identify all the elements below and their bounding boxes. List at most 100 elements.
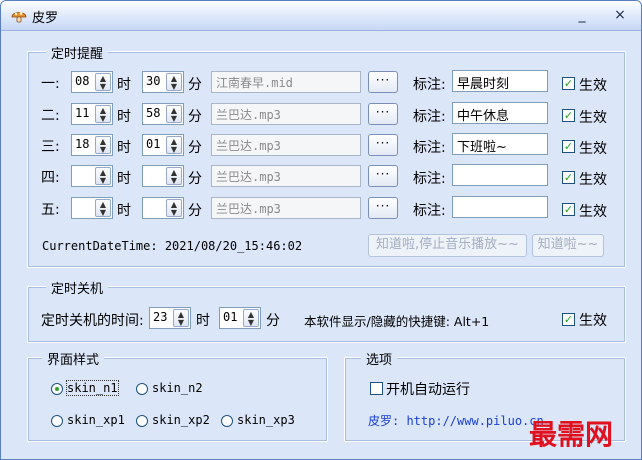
spin-arrows-icon[interactable]: ▲ ▼ <box>95 167 111 185</box>
main-window: 皮罗 _ × 定时提醒 一: 08 ▲ ▼ 时 30 ▲ ▼ 分 江南春早.mid … <box>0 0 642 460</box>
stop-music-button[interactable]: 知道啦,停止音乐播放~~ <box>368 234 527 257</box>
shutdown-hour-value: 23 <box>153 310 168 324</box>
spin-arrows-icon[interactable]: ▲ ▼ <box>166 167 182 185</box>
minute-unit: 分 <box>188 109 202 125</box>
spin-arrows-icon[interactable]: ▲ ▼ <box>166 73 182 91</box>
shutdown-hour-unit: 时 <box>196 313 210 329</box>
spin-arrows-icon[interactable]: ▲ ▼ <box>166 105 182 123</box>
reminder-minute-spinner[interactable]: 01 ▲ ▼ <box>142 134 184 156</box>
note-input[interactable]: 中午休息 <box>452 102 548 124</box>
music-file-field[interactable]: 兰巴达.mp3 <box>211 103 361 125</box>
skin-radio[interactable] <box>51 415 63 427</box>
note-input[interactable]: 下班啦~ <box>452 133 548 155</box>
hour-unit: 时 <box>117 140 131 156</box>
reminder-row-label: 五: <box>41 202 60 218</box>
skin-radio-label: skin_n2 <box>152 381 203 395</box>
hour-unit: 时 <box>117 203 131 219</box>
skin-radio-label: skin_n1 <box>66 380 119 396</box>
music-file-field[interactable]: 兰巴达.mp3 <box>211 134 361 156</box>
reminder-enable-checkbox[interactable]: ✓ <box>562 140 575 153</box>
spin-arrows-icon[interactable]: ▲ ▼ <box>95 136 111 154</box>
note-input[interactable] <box>452 164 548 186</box>
reminder-row-label: 四: <box>41 170 60 186</box>
window-title: 皮罗 <box>32 11 59 26</box>
note-label: 标注: <box>413 140 446 156</box>
reminder-enable-label: 生效 <box>579 172 607 188</box>
hour-unit: 时 <box>117 171 131 187</box>
acknowledge-button[interactable]: 知道啦~~ <box>532 234 604 257</box>
browse-file-button[interactable]: ··· <box>368 71 398 93</box>
minute-unit: 分 <box>188 140 202 156</box>
reminder-hour-spinner[interactable]: 18 ▲ ▼ <box>71 134 113 156</box>
skin-group: 界面样式 <box>27 349 328 442</box>
note-label: 标注: <box>413 203 446 219</box>
reminder-hour-value: 18 <box>75 137 90 151</box>
minimize-button[interactable]: _ <box>567 5 597 26</box>
reminder-hour-spinner[interactable]: ▲ ▼ <box>71 197 113 219</box>
reminder-group-title: 定时提醒 <box>46 43 109 62</box>
note-label: 标注: <box>413 171 446 187</box>
spin-arrows-icon[interactable]: ▲ ▼ <box>95 199 111 217</box>
reminder-minute-spinner[interactable]: ▲ ▼ <box>142 165 184 187</box>
skin-radio[interactable] <box>221 415 233 427</box>
skin-radio-label: skin_xp2 <box>152 413 210 427</box>
reminder-enable-label: 生效 <box>579 204 607 220</box>
shutdown-enable-checkbox[interactable]: ✓ <box>562 313 575 326</box>
shutdown-minute-spinner[interactable]: 01 ▲ ▼ <box>219 307 261 329</box>
reminder-hour-value: 08 <box>75 74 90 88</box>
reminder-minute-spinner[interactable]: ▲ ▼ <box>142 197 184 219</box>
reminder-row-label: 三: <box>41 139 60 155</box>
music-file-field[interactable]: 兰巴达.mp3 <box>211 165 361 187</box>
shutdown-enable-label: 生效 <box>579 313 607 329</box>
browse-file-button[interactable]: ··· <box>368 197 398 219</box>
reminder-minute-value: 01 <box>146 137 161 151</box>
browse-file-button[interactable]: ··· <box>368 134 398 156</box>
reminder-hour-spinner[interactable]: 08 ▲ ▼ <box>71 71 113 93</box>
reminder-enable-checkbox[interactable]: ✓ <box>562 171 575 184</box>
reminder-enable-checkbox[interactable]: ✓ <box>562 109 575 122</box>
reminder-enable-label: 生效 <box>579 110 607 126</box>
watermark: 最需网 <box>529 418 614 451</box>
reminder-hour-value: 11 <box>75 106 90 120</box>
autostart-label: 开机自动运行 <box>386 382 470 398</box>
browse-file-button[interactable]: ··· <box>368 103 398 125</box>
note-label: 标注: <box>413 77 446 93</box>
spin-arrows-icon[interactable]: ▲ ▼ <box>95 105 111 123</box>
skin-radio-label: skin_xp1 <box>67 413 125 427</box>
reminder-minute-value: 30 <box>146 74 161 88</box>
close-button[interactable]: × <box>605 5 635 26</box>
reminder-hour-spinner[interactable]: 11 ▲ ▼ <box>71 103 113 125</box>
reminder-row-label: 二: <box>41 108 60 124</box>
skin-group-title: 界面样式 <box>42 349 105 368</box>
hotkey-hint: 本软件显示/隐藏的快捷键: Alt+1 <box>304 314 490 329</box>
shutdown-time-label: 定时关机的时间: <box>41 313 144 329</box>
skin-radio[interactable] <box>136 415 148 427</box>
note-input[interactable] <box>452 196 548 218</box>
reminder-hour-spinner[interactable]: ▲ ▼ <box>71 165 113 187</box>
minute-unit: 分 <box>188 171 202 187</box>
skin-radio[interactable] <box>51 383 63 395</box>
homepage-link[interactable]: 皮罗: http://www.piluo.cn <box>368 412 544 429</box>
note-input[interactable]: 早晨时刻 <box>452 70 548 92</box>
title-bar[interactable]: 皮罗 _ × <box>1 1 641 31</box>
spin-arrows-icon[interactable]: ▲ ▼ <box>166 199 182 217</box>
minute-unit: 分 <box>188 77 202 93</box>
hour-unit: 时 <box>117 77 131 93</box>
reminder-enable-label: 生效 <box>579 141 607 157</box>
autostart-checkbox[interactable] <box>370 382 383 395</box>
music-file-field[interactable]: 江南春早.mid <box>211 71 361 93</box>
reminder-enable-checkbox[interactable]: ✓ <box>562 77 575 90</box>
music-file-field[interactable]: 兰巴达.mp3 <box>211 197 361 219</box>
spin-arrows-icon[interactable]: ▲ ▼ <box>173 309 189 327</box>
reminder-enable-checkbox[interactable]: ✓ <box>562 203 575 216</box>
spin-arrows-icon[interactable]: ▲ ▼ <box>95 73 111 91</box>
browse-file-button[interactable]: ··· <box>368 165 398 187</box>
minute-unit: 分 <box>188 203 202 219</box>
reminder-minute-spinner[interactable]: 58 ▲ ▼ <box>142 103 184 125</box>
spin-arrows-icon[interactable]: ▲ ▼ <box>243 309 259 327</box>
skin-radio[interactable] <box>136 383 148 395</box>
hour-unit: 时 <box>117 109 131 125</box>
shutdown-hour-spinner[interactable]: 23 ▲ ▼ <box>149 307 191 329</box>
spin-arrows-icon[interactable]: ▲ ▼ <box>166 136 182 154</box>
reminder-minute-spinner[interactable]: 30 ▲ ▼ <box>142 71 184 93</box>
